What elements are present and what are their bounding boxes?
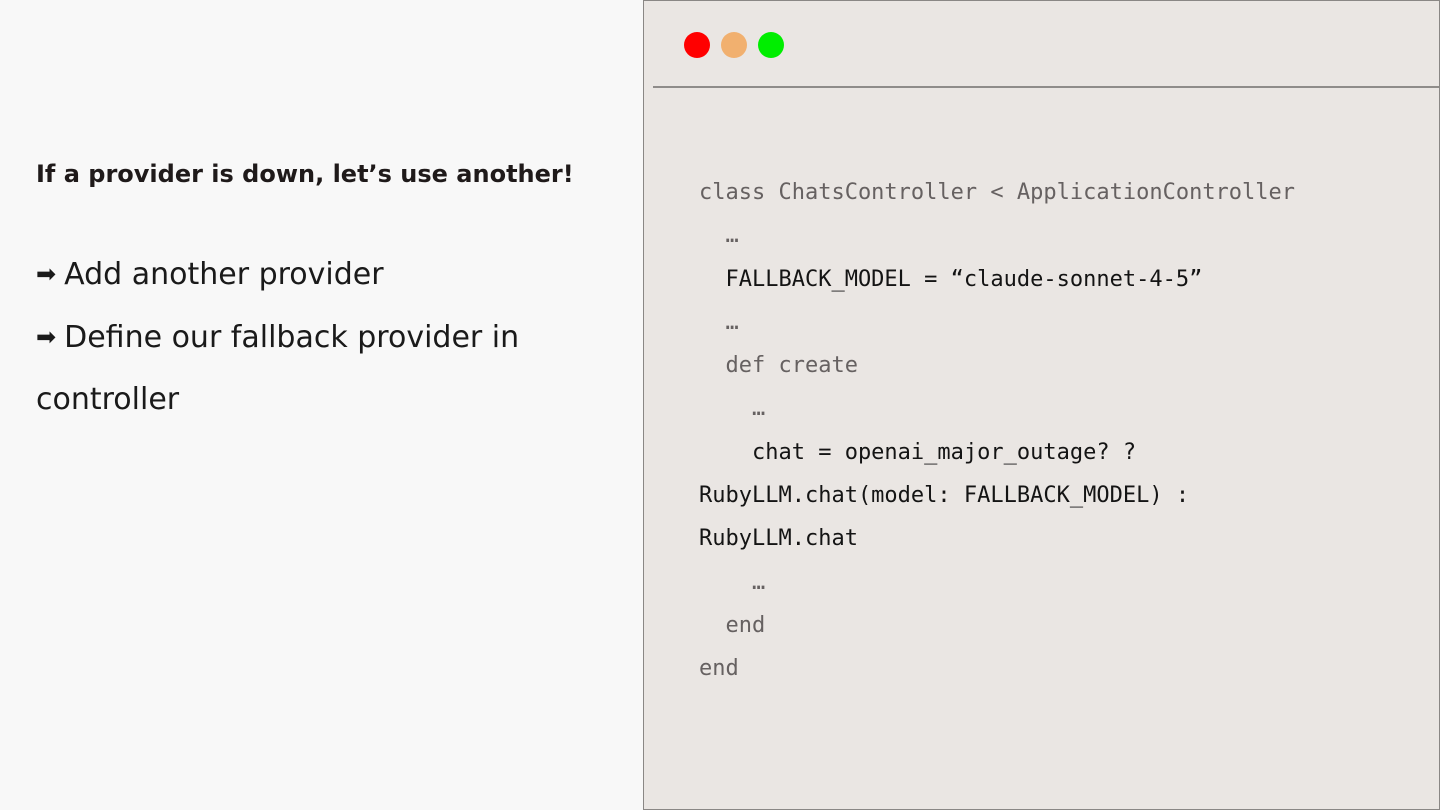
bullet-item: ➡ Add another provider xyxy=(36,243,556,306)
code-line: RubyLLM.chat xyxy=(699,526,858,552)
code-line: end xyxy=(699,656,739,682)
code-window: class ChatsController < ApplicationContr… xyxy=(643,0,1440,810)
code-line: … xyxy=(699,569,766,595)
code-line: chat = openai_major_outage? ? xyxy=(699,439,1137,465)
code-line: class ChatsController < ApplicationContr… xyxy=(699,180,1296,205)
code-line: … xyxy=(699,223,739,249)
code-block: class ChatsController < ApplicationContr… xyxy=(699,171,1295,691)
bullet-text: Define our fallback provider in controll… xyxy=(36,320,520,417)
code-line: … xyxy=(699,309,739,335)
right-arrow-icon: ➡ xyxy=(36,323,57,351)
minimize-dot-icon xyxy=(721,32,747,58)
bullet-item: ➡ Define our fallback provider in control… xyxy=(36,306,556,431)
close-dot-icon xyxy=(684,32,710,58)
right-arrow-icon: ➡ xyxy=(36,260,57,288)
title-bar-divider xyxy=(653,86,1439,88)
slide-heading: If a provider is down, let’s use another… xyxy=(36,160,574,188)
code-line: … xyxy=(699,396,766,422)
maximize-dot-icon xyxy=(758,32,784,58)
code-line: FALLBACK_MODEL = “claude-sonnet-4-5” xyxy=(699,266,1203,292)
code-line: def create xyxy=(699,353,858,379)
code-line: end xyxy=(699,612,766,638)
slide-text-panel: If a provider is down, let’s use another… xyxy=(0,0,644,810)
bullet-text: Add another provider xyxy=(64,257,384,292)
code-line: RubyLLM.chat(model: FALLBACK_MODEL) : xyxy=(699,483,1190,509)
bullet-list: ➡ Add another provider ➡ Define our fallba… xyxy=(36,243,556,431)
